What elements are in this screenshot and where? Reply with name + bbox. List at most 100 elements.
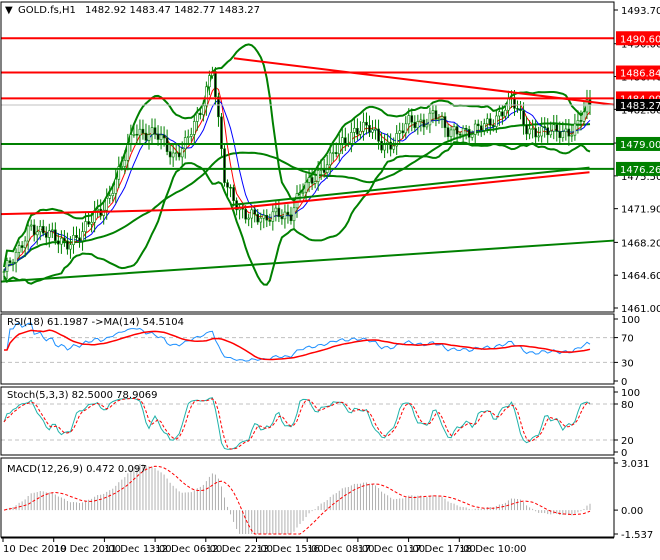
candle-body	[111, 193, 115, 197]
candle-body	[576, 120, 580, 125]
candle-body	[298, 192, 302, 195]
candle-body	[482, 123, 486, 131]
candle-body	[458, 133, 462, 136]
candle-body	[558, 131, 562, 138]
candle-body	[543, 126, 546, 129]
candle-body	[313, 181, 317, 184]
stoch-signal-line	[3, 397, 591, 450]
candle-body	[202, 105, 205, 116]
candle-body	[138, 128, 142, 136]
candle-body	[446, 127, 450, 137]
candle-body	[561, 131, 565, 138]
candle-body	[440, 116, 444, 120]
dropdown-triangle-icon[interactable]: ▼	[5, 5, 13, 16]
candle-body	[283, 211, 287, 220]
candle-body	[226, 182, 229, 188]
symbol-title: GOLD.fs,H1	[18, 5, 76, 16]
candle-body	[365, 121, 368, 126]
price-tick-label: 1464.60	[621, 271, 660, 282]
candle-body	[292, 207, 296, 222]
candle-body	[304, 181, 308, 193]
candle-body	[461, 128, 465, 136]
candle-body	[126, 143, 130, 161]
candle-body	[41, 226, 45, 234]
candle-body	[262, 214, 266, 219]
candle-body	[223, 148, 226, 183]
candle-body	[353, 127, 356, 133]
sto-tick-label: 100	[621, 388, 640, 399]
candle-body	[295, 193, 299, 209]
macd-label: MACD(12,26,9) 0.472 0.097	[7, 464, 147, 475]
rsi-tick-label: 0	[621, 377, 627, 388]
candle-body	[8, 260, 12, 263]
candle-body	[168, 151, 172, 158]
candle-body	[425, 124, 429, 128]
candle-body	[14, 251, 18, 263]
candle-body	[331, 152, 335, 154]
candle-body	[162, 134, 166, 139]
candle-body	[32, 224, 36, 236]
candle-body	[582, 111, 586, 122]
candle-body	[328, 152, 332, 166]
candle-body	[546, 127, 550, 136]
candle-body	[359, 130, 362, 135]
candle-body	[570, 134, 574, 137]
candle-body	[540, 126, 543, 137]
candle-body	[17, 245, 21, 253]
candle-body	[289, 214, 293, 222]
candle-body	[516, 108, 519, 110]
candle-body	[473, 123, 477, 135]
candle-body	[501, 111, 504, 117]
candle-body	[120, 166, 124, 168]
candle-body	[129, 134, 133, 145]
candle-body	[217, 96, 220, 118]
candle-body	[26, 225, 30, 242]
candle-body	[135, 133, 139, 136]
candle-body	[147, 134, 151, 141]
stoch-pane	[1, 397, 614, 450]
rsi-tick-label: 100	[621, 315, 640, 326]
level-price-label: 1486.84	[620, 69, 660, 80]
candle-body	[434, 110, 438, 120]
candle-body	[350, 132, 353, 144]
candle-body	[259, 217, 263, 223]
rsi-line	[4, 322, 591, 362]
candle-body	[123, 159, 127, 167]
candle-body	[464, 128, 468, 130]
candle-body	[23, 240, 27, 248]
candle-body	[489, 118, 492, 126]
candle-body	[555, 124, 559, 132]
candle-body	[467, 129, 471, 138]
candle-body	[229, 186, 232, 189]
candle-body	[277, 207, 281, 217]
candle-body	[132, 133, 136, 136]
candle-body	[567, 128, 571, 137]
chart-canvas[interactable]: 1493.701490.001486.401482.801479.101475.…	[0, 0, 660, 560]
candle-body	[362, 121, 365, 132]
candle-body	[35, 231, 39, 236]
candle-body	[392, 145, 395, 150]
price-tick-label: 1461.00	[621, 304, 660, 315]
candle-body	[485, 118, 489, 125]
candle-body	[81, 231, 84, 242]
candle-body	[307, 177, 311, 183]
candle-body	[78, 237, 81, 242]
candle-body	[196, 112, 199, 122]
candle-body	[150, 127, 154, 135]
candle-body	[214, 71, 217, 98]
candle-body	[244, 208, 247, 220]
level-price-label: 1476.26	[620, 165, 660, 176]
candle-body	[356, 127, 359, 135]
candle-body	[374, 128, 377, 131]
macd-tick-label: 0.00	[621, 506, 643, 517]
rsi-tick-label: 70	[621, 334, 634, 345]
candle-body	[114, 178, 118, 194]
candle-body	[455, 126, 459, 135]
stoch-label: Stoch(5,3,3) 82.5000 78.9069	[7, 390, 158, 401]
candle-body	[48, 230, 51, 238]
candle-body	[495, 115, 498, 127]
candle-body	[256, 213, 260, 223]
candle-body	[410, 115, 414, 123]
candle-body	[96, 208, 99, 211]
candle-body	[492, 124, 495, 127]
